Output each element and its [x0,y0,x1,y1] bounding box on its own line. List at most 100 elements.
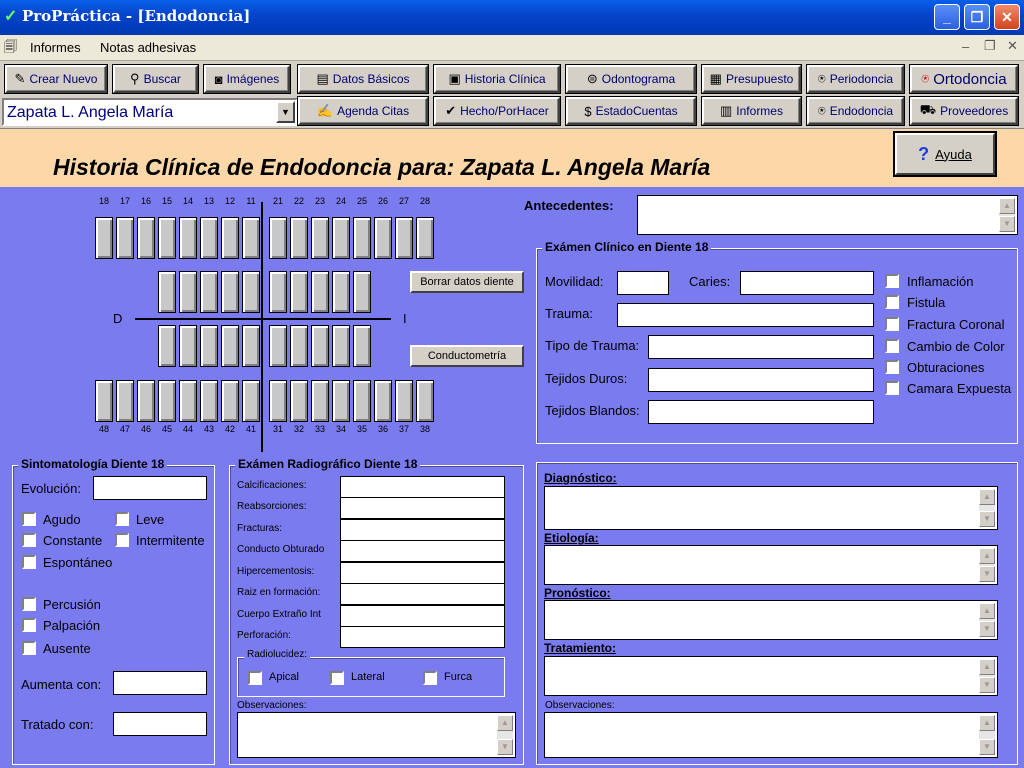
lower-tooth[interactable] [374,380,392,422]
upper-deciduous-tooth[interactable] [311,271,329,313]
rad-field-input[interactable] [340,540,505,562]
obturaciones-checkbox[interactable] [885,360,899,374]
historia-clinica-button[interactable]: ▣ Historia Clínica [433,64,561,94]
upper-tooth[interactable] [158,217,176,259]
diagnostico-input[interactable]: ▲ ▼ [544,486,998,530]
palpacion-checkbox[interactable] [22,618,36,632]
lower-deciduous-tooth[interactable] [200,325,218,367]
fractura-coronal-checkbox[interactable] [885,317,899,331]
lower-deciduous-tooth[interactable] [242,325,260,367]
rad-field-input[interactable] [340,476,505,498]
upper-tooth[interactable] [374,217,392,259]
agenda-citas-button[interactable]: ✍ Agenda Citas [297,96,429,126]
rad-field-input[interactable] [340,583,505,605]
tipo-trauma-input[interactable] [648,335,874,359]
lower-tooth[interactable] [95,380,113,422]
lower-tooth[interactable] [137,380,155,422]
upper-tooth[interactable] [179,217,197,259]
rad-field-input[interactable] [340,605,505,627]
etiologia-input[interactable]: ▲ ▼ [544,545,998,585]
lower-tooth[interactable] [416,380,434,422]
maximize-button[interactable]: ❐ [964,4,990,30]
upper-tooth[interactable] [200,217,218,259]
fistula-checkbox[interactable] [885,295,899,309]
upper-deciduous-tooth[interactable] [158,271,176,313]
informes-button[interactable]: ▥ Informes [701,96,802,126]
estado-cuentas-button[interactable]: $ EstadoCuentas [565,96,697,126]
periodoncia-button[interactable]: ⍟ Periodoncia [806,64,905,94]
furca-checkbox[interactable] [423,671,437,685]
upper-tooth[interactable] [95,217,113,259]
presupuesto-button[interactable]: ▦ Presupuesto [701,64,802,94]
upper-tooth[interactable] [395,217,413,259]
odontograma-button[interactable]: ⊜ Odontograma [565,64,697,94]
lower-deciduous-tooth[interactable] [332,325,350,367]
upper-tooth[interactable] [332,217,350,259]
ausente-checkbox[interactable] [22,641,36,655]
antecedentes-input[interactable]: ▲ ▼ [637,195,1018,235]
caries-input[interactable] [740,271,874,295]
constante-checkbox[interactable] [22,533,36,547]
upper-deciduous-tooth[interactable] [290,271,308,313]
upper-tooth[interactable] [137,217,155,259]
lower-deciduous-tooth[interactable] [179,325,197,367]
mdi-minimize-icon[interactable]: – [962,39,969,54]
lower-tooth[interactable] [311,380,329,422]
upper-deciduous-tooth[interactable] [179,271,197,313]
minimize-button[interactable]: _ [934,4,960,30]
espontaneo-checkbox[interactable] [22,555,36,569]
lower-tooth[interactable] [290,380,308,422]
lateral-checkbox[interactable] [330,671,344,685]
upper-deciduous-tooth[interactable] [242,271,260,313]
rad-field-input[interactable] [340,626,505,648]
upper-deciduous-tooth[interactable] [332,271,350,313]
camara-expuesta-checkbox[interactable] [885,381,899,395]
menu-informes[interactable]: Informes [30,40,81,55]
tratamiento-input[interactable]: ▲ ▼ [544,656,998,696]
intermitente-checkbox[interactable] [115,533,129,547]
lower-tooth[interactable] [353,380,371,422]
endodoncia-button[interactable]: ⍟ Endodoncia [806,96,905,126]
proveedores-button[interactable]: ⛟ Proveedores [909,96,1019,126]
crear-nuevo-button[interactable]: ✎ Crear Nuevo [4,64,108,94]
lower-tooth[interactable] [116,380,134,422]
lower-deciduous-tooth[interactable] [269,325,287,367]
buscar-button[interactable]: ⚲ Buscar [112,64,199,94]
trauma-input[interactable] [617,303,874,327]
hecho-por-hacer-button[interactable]: ✔ Hecho/PorHacer [433,96,561,126]
agudo-checkbox[interactable] [22,512,36,526]
apical-checkbox[interactable] [248,671,262,685]
leve-checkbox[interactable] [115,512,129,526]
tejidos-blandos-input[interactable] [648,400,874,424]
chevron-down-icon[interactable]: ▼ [276,101,295,123]
rad-field-input[interactable] [340,519,505,541]
borrar-datos-diente-button[interactable]: Borrar datos diente [410,271,524,293]
upper-tooth[interactable] [311,217,329,259]
upper-tooth[interactable] [221,217,239,259]
upper-tooth[interactable] [290,217,308,259]
tejidos-duros-input[interactable] [648,368,874,392]
close-button[interactable]: ✕ [994,4,1020,30]
rad-observaciones-input[interactable]: ▲ ▼ [237,712,516,758]
menu-notas-adhesivas[interactable]: Notas adhesivas [100,40,196,55]
mdi-restore-icon[interactable]: ❐ [984,38,996,54]
ortodoncia-button[interactable]: ⍟ Ortodoncia [909,64,1019,94]
datos-basicos-button[interactable]: ▤ Datos Básicos [297,64,429,94]
lower-tooth[interactable] [179,380,197,422]
lower-tooth[interactable] [158,380,176,422]
lower-deciduous-tooth[interactable] [290,325,308,367]
upper-deciduous-tooth[interactable] [221,271,239,313]
inflamacion-checkbox[interactable] [885,274,899,288]
diag-observaciones-input[interactable]: ▲ ▼ [544,712,998,758]
lower-deciduous-tooth[interactable] [311,325,329,367]
lower-tooth[interactable] [395,380,413,422]
lower-tooth[interactable] [242,380,260,422]
rad-field-input[interactable] [340,562,505,584]
lower-deciduous-tooth[interactable] [353,325,371,367]
upper-tooth[interactable] [416,217,434,259]
upper-tooth[interactable] [353,217,371,259]
upper-tooth[interactable] [242,217,260,259]
movilidad-input[interactable] [617,271,669,295]
lower-tooth[interactable] [221,380,239,422]
percusion-checkbox[interactable] [22,597,36,611]
